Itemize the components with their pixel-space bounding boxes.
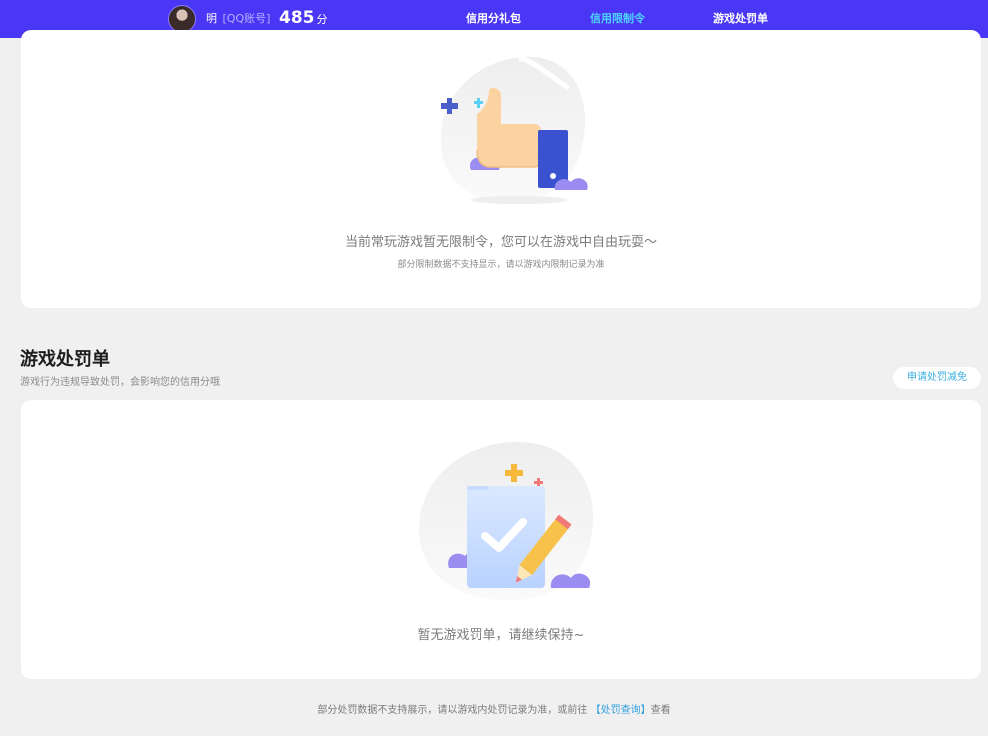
section-subtitle-penalty: 游戏行为违规导致处罚，会影响您的信用分哦 xyxy=(20,377,220,388)
avatar[interactable] xyxy=(168,5,196,33)
penalty-empty-message: 暂无游戏罚单，请继续保持~ xyxy=(417,628,585,643)
credit-score: 485 分 xyxy=(279,7,328,31)
restriction-card: 当前常玩游戏暂无限制令，您可以在游戏中自由玩耍～ 部分限制数据不支持显示，请以游… xyxy=(21,30,981,308)
restriction-note: 部分限制数据不支持显示，请以游戏内限制记录为准 xyxy=(397,260,605,270)
section-title-penalty: 游戏处罚单 xyxy=(20,349,110,370)
footer-note: 部分处罚数据不支持展示，请以游戏内处罚记录为准，或前往 【处罚查询】查看 xyxy=(0,703,988,719)
user-name: 明 xyxy=(206,12,217,25)
penalty-query-link[interactable]: 【处罚查询】 xyxy=(591,705,651,716)
thumbs-up-illustration xyxy=(440,55,588,204)
footer-text-end: 查看 xyxy=(650,705,671,716)
score-unit: 分 xyxy=(316,13,328,26)
apply-reduction-button[interactable]: 申请处罚减免 xyxy=(893,367,981,389)
user-info: 明 [QQ账号] xyxy=(206,12,270,26)
penalty-card: 暂无游戏罚单，请继续保持~ xyxy=(21,400,981,679)
clipboard-pencil-illustration xyxy=(418,441,594,601)
account-type: [QQ账号] xyxy=(222,12,271,25)
score-value: 485 xyxy=(279,8,315,28)
restriction-empty-message: 当前常玩游戏暂无限制令，您可以在游戏中自由玩耍～ xyxy=(344,235,657,250)
footer-text: 部分处罚数据不支持展示，请以游戏内处罚记录为准，或前往 xyxy=(317,705,591,716)
